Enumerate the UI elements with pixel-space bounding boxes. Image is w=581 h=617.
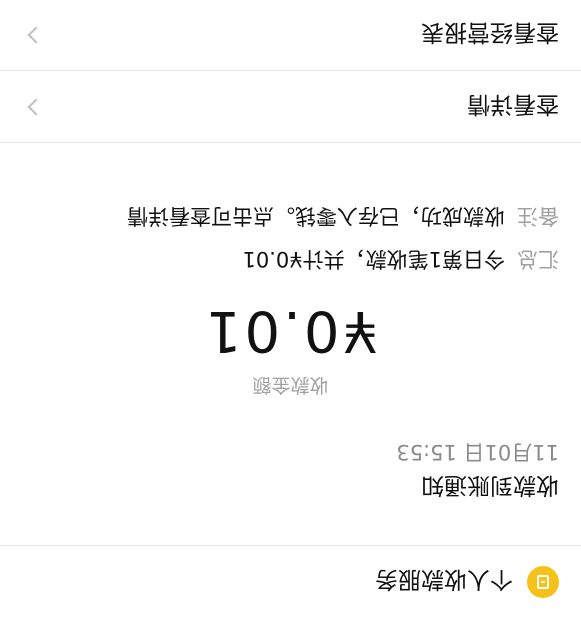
amount-value: ¥0.01	[202, 298, 379, 363]
divider	[0, 545, 581, 546]
wallet-icon	[527, 566, 559, 598]
summary-label: 汇总	[517, 247, 559, 271]
notification-card[interactable]: 收款到账通知 11月01日 15:53 收款金额 ¥0.01 汇总今日第1笔收款…	[0, 143, 581, 545]
view-details-link[interactable]: 查看详情	[0, 72, 581, 142]
remark-value: 收款成功，已存入零钱。点击可查看详情	[127, 204, 505, 228]
chevron-right-icon	[27, 26, 45, 44]
view-report-link[interactable]: 查看经营报表	[0, 0, 581, 70]
remark-label: 备注	[517, 204, 559, 228]
divider	[0, 70, 581, 71]
service-name: 个人收款服务	[375, 566, 513, 592]
remark-row: 备注收款成功，已存入零钱。点击可查看详情	[127, 202, 559, 232]
view-details-label: 查看详情	[467, 91, 559, 117]
summary-value: 今日第1笔收款，共计¥0.01	[242, 247, 505, 271]
chevron-right-icon	[27, 98, 45, 116]
service-header[interactable]: 个人收款服务	[0, 547, 581, 617]
view-report-label: 查看经营报表	[421, 19, 559, 45]
amount-label: 收款金额	[252, 374, 329, 396]
notification-title: 收款到账通知	[421, 472, 559, 498]
notification-time: 11月01日 15:53	[396, 440, 559, 464]
payment-notification-screen: 个人收款服务 收款到账通知 11月01日 15:53 收款金额 ¥0.01 汇总…	[0, 0, 581, 617]
summary-row: 汇总今日第1笔收款，共计¥0.01	[243, 245, 559, 275]
divider	[0, 142, 581, 143]
